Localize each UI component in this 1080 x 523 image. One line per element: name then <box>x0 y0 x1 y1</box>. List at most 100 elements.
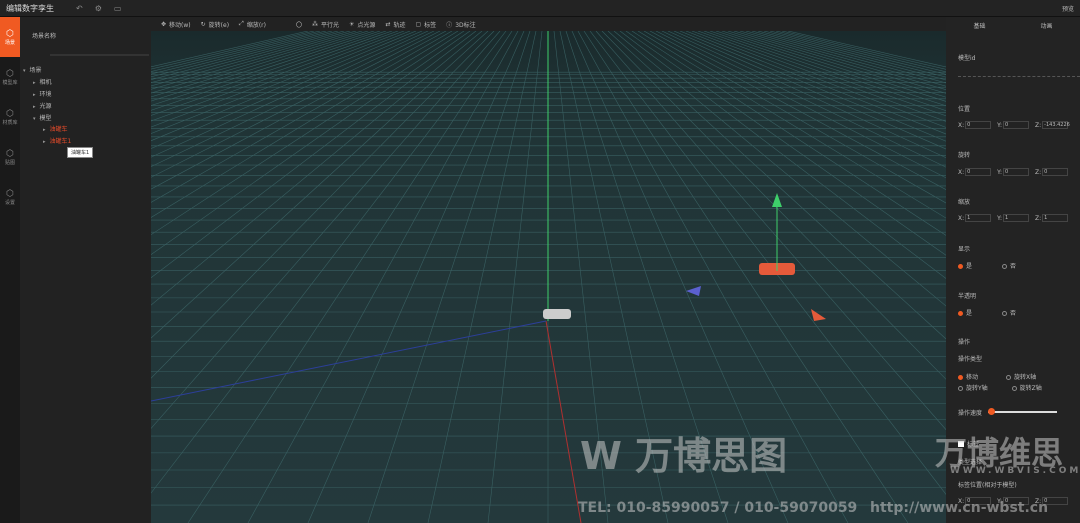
grid-line <box>151 31 435 168</box>
grid-line <box>151 31 441 178</box>
tool-label: 轨迹 <box>393 21 406 29</box>
tool-label: 〇 <box>296 21 303 29</box>
watermark-site: http://www.cn-wbst.cn <box>870 500 1049 516</box>
node-label: 模型 <box>39 115 52 122</box>
caret-down-icon: ▾ <box>23 68 26 74</box>
tree-node-light[interactable]: ▸ 光源 <box>33 101 52 110</box>
visible-yes-radio[interactable]: 是 <box>958 261 972 270</box>
grid-line <box>151 31 423 149</box>
tool-label: 缩放(r) <box>246 21 266 29</box>
grid-line <box>151 31 483 306</box>
window-icon[interactable]: ▭ <box>114 4 122 13</box>
radio-label: 是 <box>966 263 973 270</box>
grid-line <box>151 31 429 158</box>
tool-label: 移动(w) <box>169 21 191 29</box>
cube-icon: ⬡ <box>6 68 14 79</box>
rotation-z-input[interactable]: 0 <box>1042 168 1069 176</box>
nav-model-library[interactable]: ⬡ 模型库 <box>0 57 20 97</box>
radio-label: 否 <box>1010 310 1017 317</box>
scale-y-input[interactable]: 1 <box>1003 214 1030 222</box>
tree-node-environment[interactable]: ▸ 环境 <box>33 89 52 98</box>
track-button[interactable]: ⇄ 轨迹 <box>385 20 405 29</box>
info-icon: ⓘ <box>446 21 453 29</box>
directional-light-button[interactable]: ⁂ 平行光 <box>312 20 339 29</box>
tab-basic[interactable]: 基础 <box>973 21 985 30</box>
nav-settings[interactable]: ⬡ 设置 <box>0 177 20 217</box>
x-axis-line <box>545 320 582 523</box>
move-button[interactable]: ✥ 移动(w) <box>161 20 191 29</box>
gizmo-y-arrow[interactable] <box>772 193 782 207</box>
tab-animation[interactable]: 动画 <box>1040 21 1052 30</box>
scale-z-input[interactable]: 1 <box>1042 214 1069 222</box>
watermark-tel: TEL: 010-85990057 / 010-59070059 <box>578 500 858 516</box>
radio-label: 否 <box>1010 263 1017 270</box>
transparent-no-radio[interactable]: 否 <box>1002 308 1016 317</box>
grid-line <box>151 31 369 98</box>
scene-name-input[interactable] <box>50 54 149 56</box>
gizmo-z-arrow[interactable] <box>686 286 701 296</box>
op-rotate-y-radio[interactable]: 旋转Y轴 <box>958 383 988 392</box>
grid-line <box>487 31 543 523</box>
nav-label: 贴图 <box>4 159 15 166</box>
radio-label: 移动 <box>966 374 979 381</box>
grid-line <box>151 31 405 128</box>
node-label: 相机 <box>39 79 52 86</box>
watermark-site-2: WWW.WBVIS.COM <box>950 466 1080 476</box>
grid-line <box>151 31 345 84</box>
grid-line <box>151 31 417 142</box>
rotation-label: 旋转 <box>958 152 971 159</box>
node-label: 油罐车1 <box>49 138 72 145</box>
label-button[interactable]: ▢ 标签 <box>415 20 436 29</box>
tree-node-tanker[interactable]: ▸ 油罐车 <box>43 124 68 133</box>
scale-x-input[interactable]: 1 <box>965 214 992 222</box>
rotation-x-input[interactable]: 0 <box>965 168 992 176</box>
3d-viewport[interactable] <box>151 31 946 523</box>
settings-icon[interactable]: ⚙ <box>95 4 102 13</box>
gizmo-x-arrow[interactable] <box>811 309 826 321</box>
cube-icon: ⬡ <box>6 188 14 199</box>
caret-right-icon: ▸ <box>33 104 36 110</box>
tool-label: 标签 <box>424 21 437 29</box>
grid-line <box>151 31 399 122</box>
position-z-input[interactable]: -143.4226 <box>1042 121 1070 129</box>
nav-scene[interactable]: ⬡ 场景 <box>0 17 20 57</box>
annotation-button[interactable]: ⓘ 3D标注 <box>446 20 475 29</box>
op-move-radio[interactable]: 移动 <box>958 372 978 381</box>
visible-no-radio[interactable]: 否 <box>1002 261 1016 270</box>
tool-label: 旋转(e) <box>208 21 230 29</box>
tree-node-camera[interactable]: ▸ 相机 <box>33 77 52 86</box>
speed-slider[interactable] <box>988 408 1057 415</box>
tree-node-tanker-1[interactable]: ▸ 油罐车1 <box>43 136 71 145</box>
op-rotate-z-radio[interactable]: 旋转Z轴 <box>1011 383 1042 392</box>
model-id-input[interactable] <box>958 76 1080 77</box>
grid-line <box>151 31 315 70</box>
position-x-input[interactable]: 0 <box>965 121 992 129</box>
grid-line <box>781 31 946 70</box>
tree-node-scene[interactable]: ▾ 场景 <box>23 65 42 74</box>
light-icon: ⁂ <box>312 20 319 28</box>
transparent-yes-radio[interactable]: 是 <box>958 308 972 317</box>
circle-button[interactable]: 〇 <box>296 20 302 29</box>
undo-icon[interactable]: ↶ <box>76 4 83 13</box>
rotation-y-input[interactable]: 0 <box>1003 168 1030 176</box>
cube-icon: ⬡ <box>6 148 14 159</box>
position-y-input[interactable]: 0 <box>1003 121 1030 129</box>
op-rotate-x-radio[interactable]: 旋转X轴 <box>1006 372 1036 381</box>
label-position-label: 标签位置(相对于模型) <box>958 482 1017 489</box>
nav-material-library[interactable]: ⬡ 材质库 <box>0 97 20 137</box>
toolbar: ✥ 移动(w) ↻ 旋转(e) ⤢ 缩放(r) 〇 ⁂ 平行光 ☀ 点光源 ⇄ 轨迹 ▢ 标签… <box>151 17 946 31</box>
scene-icon: ⬡ <box>6 28 14 39</box>
rotate-button[interactable]: ↻ 旋转(e) <box>201 20 229 29</box>
tanker-model[interactable] <box>543 309 571 319</box>
grid-line <box>151 31 309 68</box>
scale-button[interactable]: ⤢ 缩放(r) <box>239 20 266 29</box>
node-label: 油罐车 <box>49 126 68 133</box>
grid-line <box>151 31 465 236</box>
nav-texture[interactable]: ⬡ 贴图 <box>0 137 20 177</box>
slider-handle[interactable] <box>988 408 996 415</box>
tree-node-model[interactable]: ▾ 模型 <box>33 113 52 122</box>
preview-button[interactable]: 预览 <box>1062 4 1074 13</box>
tool-label: 点光源 <box>357 21 376 29</box>
caret-right-icon: ▸ <box>43 127 46 133</box>
point-light-button[interactable]: ☀ 点光源 <box>349 20 375 29</box>
